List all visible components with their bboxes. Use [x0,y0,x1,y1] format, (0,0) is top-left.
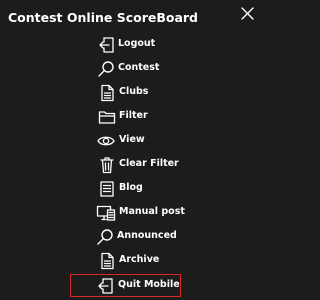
menu-panel: Contest Online ScoreBoard Logout Contest [0,0,258,300]
eye-icon [97,132,115,150]
menu-item-label: Clear Filter [119,158,179,169]
notes-icon [98,180,116,198]
document-icon [98,252,116,270]
menu-item-filter[interactable]: Filter [0,107,258,127]
menu-item-label: Manual post [119,206,185,217]
close-icon[interactable] [241,7,254,20]
menu-item-archive[interactable]: Archive [0,251,258,271]
menu-item-label: Archive [119,254,160,265]
menu-item-label: Contest [118,62,160,73]
menu-item-label: Logout [118,38,156,49]
menu-item-label: Blog [119,182,143,193]
folder-icon [98,108,116,126]
menu-item-contest[interactable]: Contest [0,59,258,79]
panel-title: Contest Online ScoreBoard [8,10,199,25]
menu-item-view[interactable]: View [0,131,258,151]
menu-item-label: Quit Mobile [118,279,180,290]
menu-item-label: Filter [119,110,148,121]
menu-item-manual-post[interactable]: Manual post [0,203,258,223]
menu-item-quit-mobile[interactable]: Quit Mobile [0,276,258,296]
logout-icon [97,277,115,295]
monitor-post-icon [96,204,116,222]
trash-icon [98,156,116,174]
search-icon [96,228,114,246]
menu-item-blog[interactable]: Blog [0,179,258,199]
menu-item-label: View [119,134,145,145]
menu-item-announced[interactable]: Announced [0,227,258,247]
document-icon [98,84,116,102]
menu-item-clubs[interactable]: Clubs [0,83,258,103]
logout-icon [98,36,116,54]
menu-item-logout[interactable]: Logout [0,35,258,55]
menu-item-label: Clubs [119,86,149,97]
menu-item-label: Announced [117,230,177,241]
menu-item-clear-filter[interactable]: Clear Filter [0,155,258,175]
search-icon [97,60,115,78]
